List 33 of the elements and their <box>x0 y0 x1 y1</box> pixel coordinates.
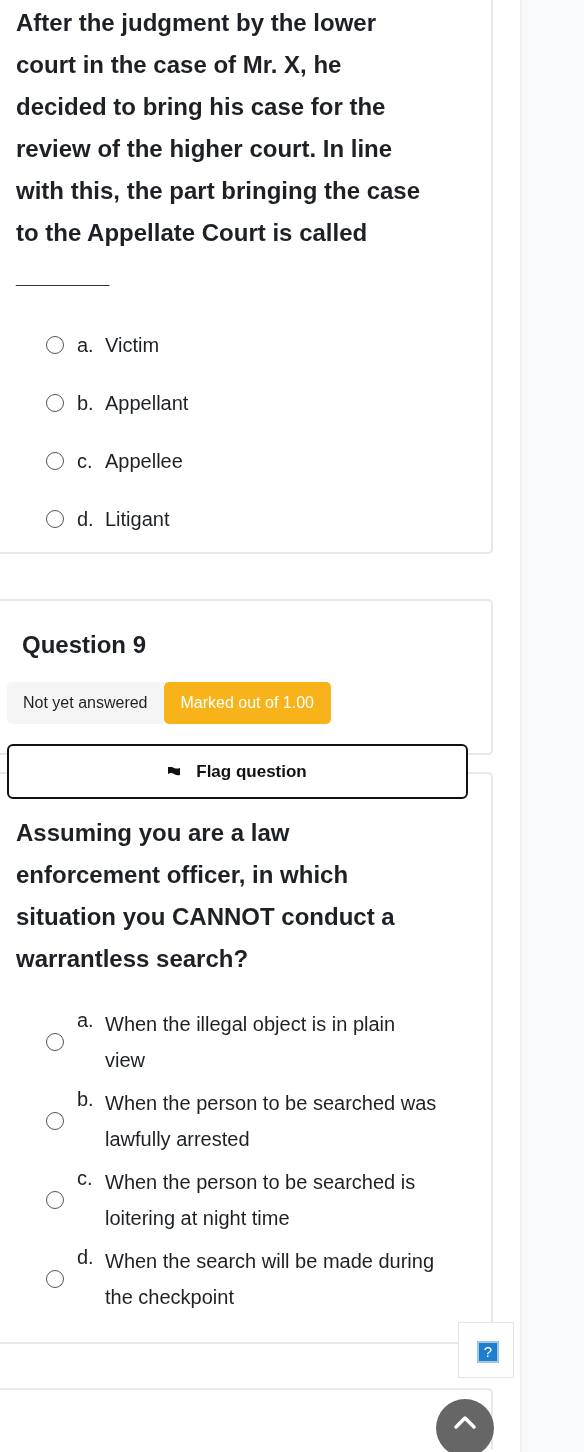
chevron-up-icon <box>454 1415 476 1429</box>
option-letter: c. <box>76 1166 94 1191</box>
option-text: Litigant <box>105 507 170 532</box>
radio-button[interactable] <box>46 452 64 470</box>
option-letter: d. <box>76 1245 95 1270</box>
question-text: Assuming you are a law enforcement officer, in which situation you CANNOT conduct a warrantless search? <box>16 818 396 974</box>
radio-button[interactable] <box>46 1269 64 1288</box>
option-letter: a. <box>76 1008 95 1033</box>
marks-badge: Marked out of 1.00 <box>163 682 331 724</box>
option-letter: b. <box>76 1087 95 1112</box>
option-text: When the illegal object is in plain view <box>105 1011 397 1073</box>
flag-icon <box>168 767 181 776</box>
option-letter: c. <box>76 449 94 474</box>
status-badge: Not yet answered <box>7 682 164 724</box>
radio-button[interactable] <box>46 394 64 412</box>
flag-question-button[interactable]: Flag question <box>7 744 468 799</box>
help-button[interactable]: ? <box>477 1341 499 1363</box>
option-letter: b. <box>76 391 95 416</box>
option-text: When the person to be searched is loitering at night time <box>105 1169 417 1231</box>
option-letter: a. <box>76 333 95 358</box>
question-title: Question 9 <box>21 630 148 660</box>
radio-button[interactable] <box>46 1032 64 1051</box>
option-letter: d. <box>76 507 95 532</box>
option-text: Victim <box>105 333 160 358</box>
radio-button[interactable] <box>46 336 64 354</box>
option-text: When the person to be searched was lawfully arrested <box>105 1090 438 1152</box>
option-text: Appellant <box>105 391 189 416</box>
radio-button[interactable] <box>46 1111 64 1130</box>
option-text: When the search will be made during the checkpoint <box>105 1248 436 1310</box>
radio-button[interactable] <box>46 510 64 528</box>
option-text: Appellee <box>105 449 183 474</box>
question-text: After the judgment by the lower court in the case of Mr. X, he decided to bring his case for the review of the higher court. In line with this, the part bringing the case to the Appellate Court is called _______ <box>16 8 422 290</box>
radio-button[interactable] <box>46 1190 64 1209</box>
